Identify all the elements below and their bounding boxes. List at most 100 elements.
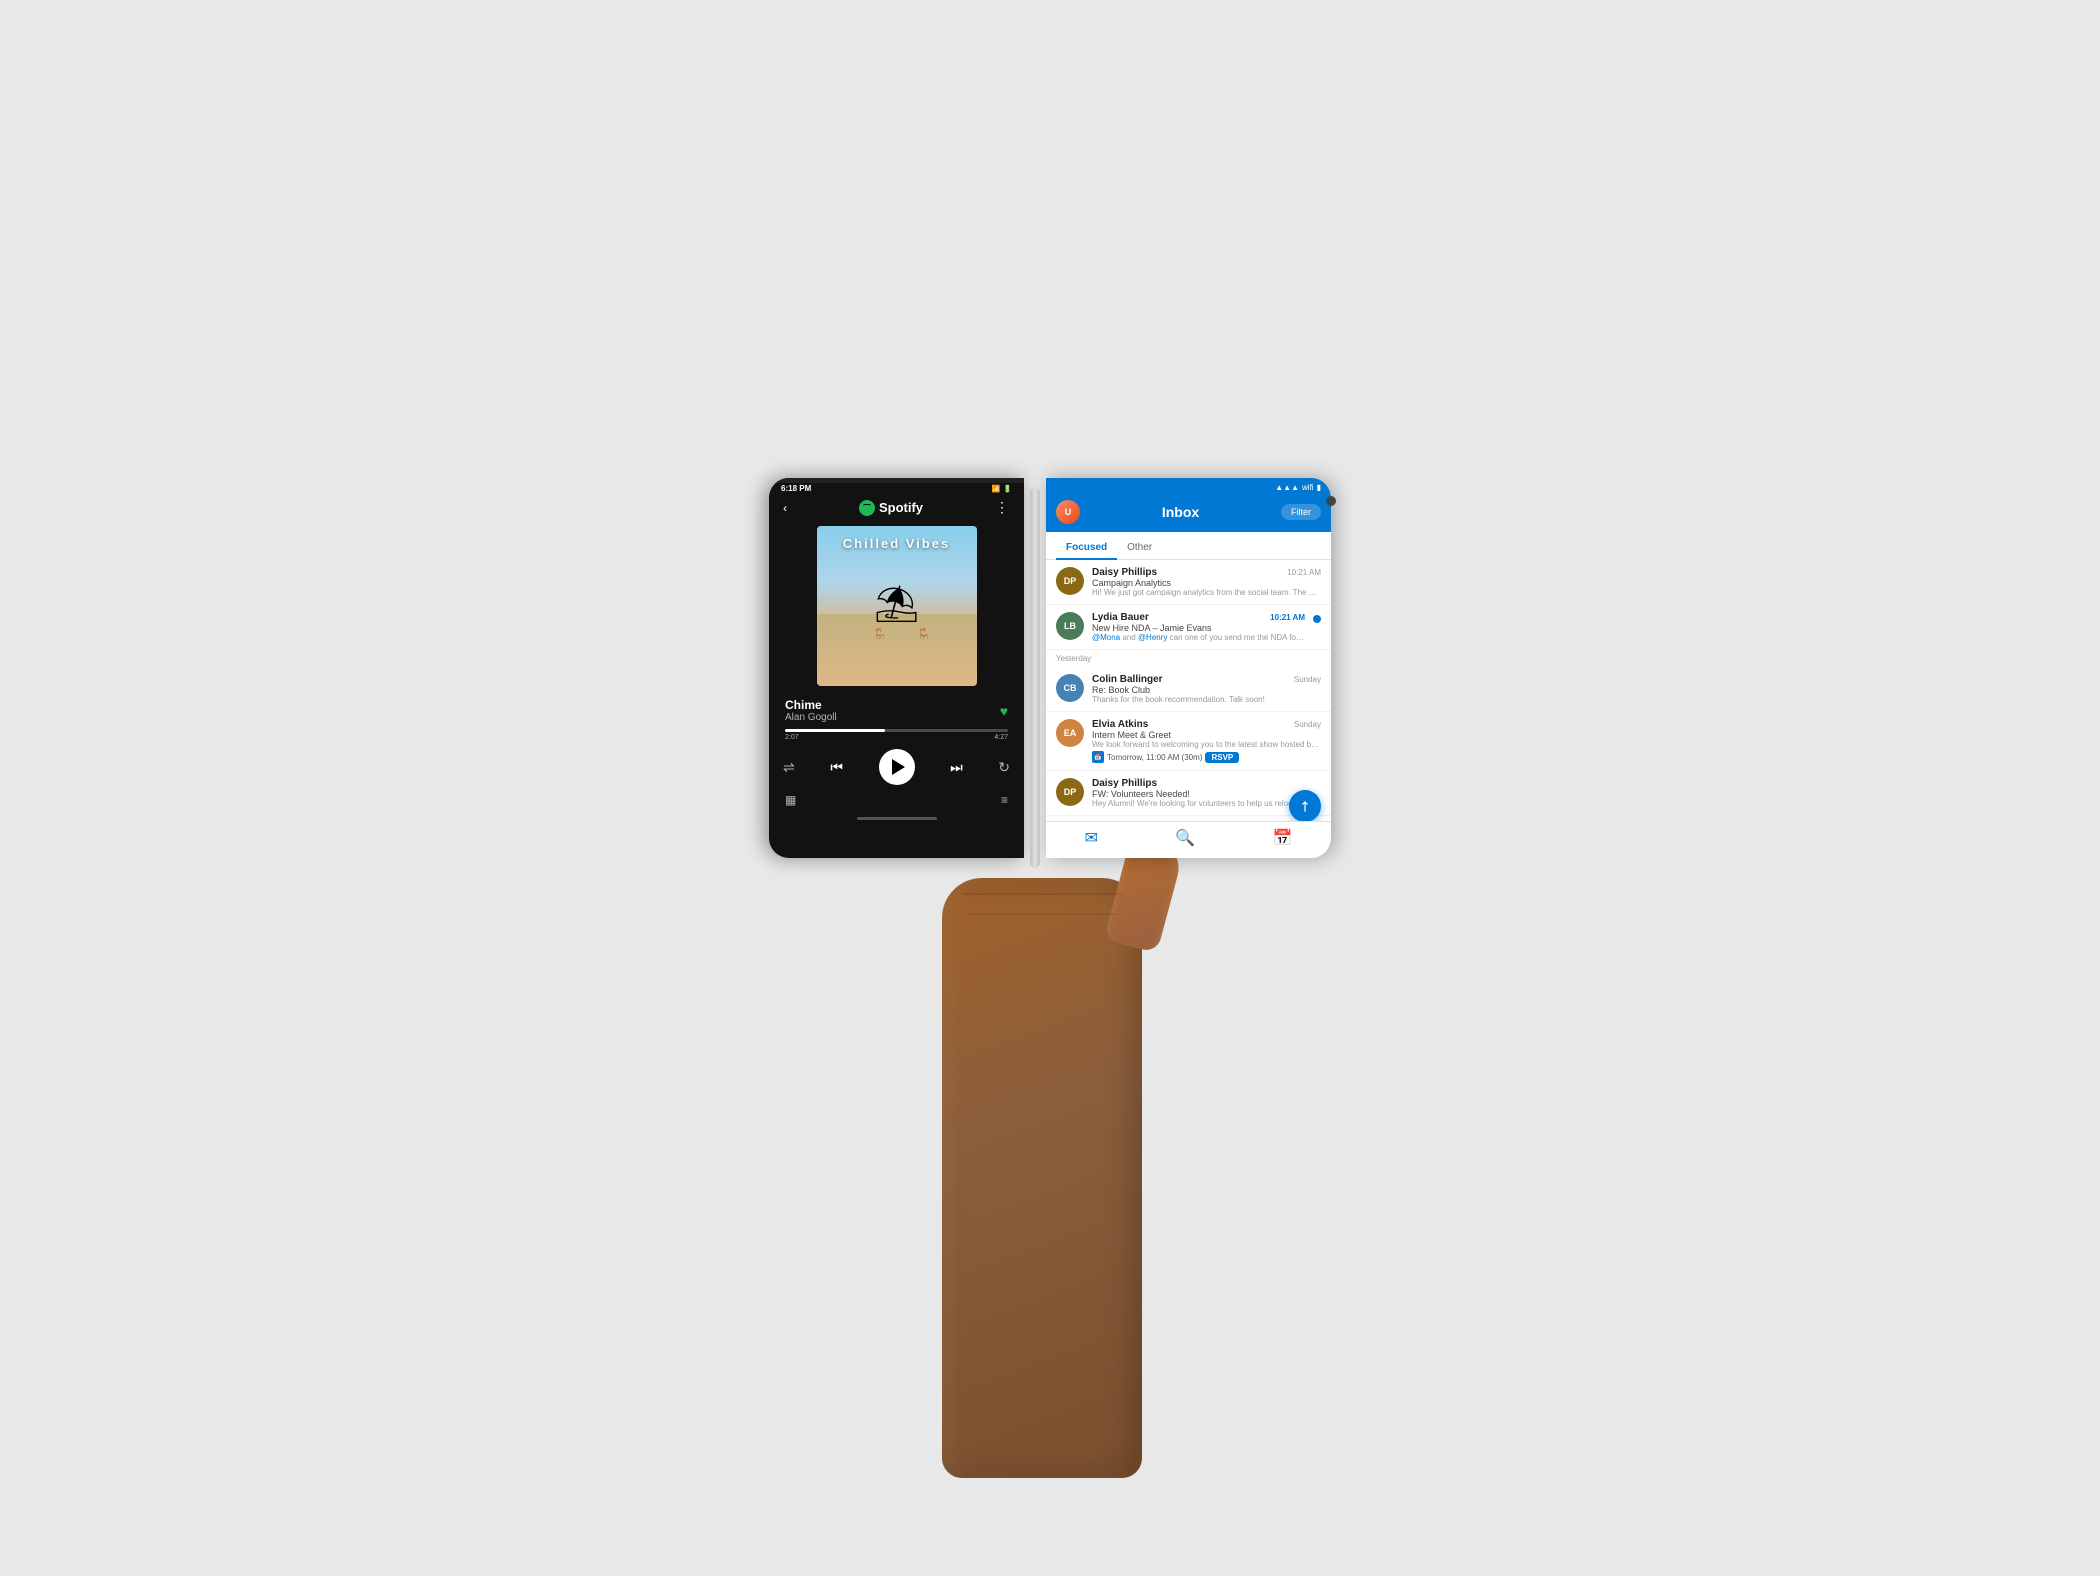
calendar-icon: 📅 xyxy=(1272,828,1292,848)
time-elapsed: 2:07 xyxy=(785,734,799,741)
email-preview: Hi! We just got campaign analytics from … xyxy=(1092,588,1321,597)
date-separator: Yesterday xyxy=(1046,650,1331,667)
tab-focused[interactable]: Focused xyxy=(1056,538,1117,559)
album-art-wrapper: ⛱ 🪑 🪑 Chilled Vibes xyxy=(769,520,1024,692)
album-title: Chilled Vibes xyxy=(817,536,977,551)
filter-button[interactable]: Filter xyxy=(1281,504,1321,520)
email-header-row: Colin Ballinger Sunday xyxy=(1092,674,1321,685)
avatar: LB xyxy=(1056,612,1084,640)
spotify-logo: Spotify xyxy=(859,500,923,516)
email-sender: Daisy Phillips xyxy=(1092,567,1157,578)
mention-mona: @Mona xyxy=(1092,633,1120,642)
umbrella-icon: ⛱ xyxy=(874,583,920,625)
status-time-left: 6:18 PM xyxy=(781,484,811,493)
chair-right: 🪑 xyxy=(917,627,932,641)
email-item[interactable]: CB Colin Ballinger Sunday Re: Book Club … xyxy=(1046,667,1331,712)
prev-button[interactable]: ⏮ xyxy=(830,759,843,776)
email-sender: Lydia Bauer xyxy=(1092,612,1149,623)
avatar: DP xyxy=(1056,567,1084,595)
spotify-bottom-bar: ▦ ≡ xyxy=(769,789,1024,811)
email-subject: Campaign Analytics xyxy=(1092,578,1321,588)
nav-search[interactable]: 🔍 xyxy=(1175,828,1195,848)
avatar: CB xyxy=(1056,674,1084,702)
knuckle1 xyxy=(962,893,1122,895)
email-preview: We look forward to welcoming you to the … xyxy=(1092,740,1321,749)
battery-icon: 🔋 xyxy=(1003,485,1012,493)
devices-icon[interactable]: ▦ xyxy=(785,793,796,807)
email-time: Sunday xyxy=(1294,720,1321,729)
nav-calendar[interactable]: 📅 xyxy=(1272,828,1292,848)
cal-icon: 📅 xyxy=(1092,751,1104,763)
time-total: 4:27 xyxy=(994,734,1008,741)
more-icon[interactable]: ⋮ xyxy=(995,499,1010,516)
status-icons-right: ▲▲▲ wifi ▮ xyxy=(1275,483,1321,492)
playback-controls: ⇌ ⏮ ⏭ ↻ xyxy=(769,745,1024,789)
email-subject: FW: Volunteers Needed! xyxy=(1092,789,1321,799)
email-time: 10:21 AM xyxy=(1270,613,1305,622)
email-list: DP Daisy Phillips 10:21 AM Campaign Anal… xyxy=(1046,560,1331,820)
mention-henry: @Henry xyxy=(1138,633,1167,642)
avatar: DP xyxy=(1056,778,1084,806)
queue-icon[interactable]: ≡ xyxy=(1001,793,1008,807)
inbox-tabs: Focused Other xyxy=(1046,532,1331,560)
rsvp-button[interactable]: RSVP xyxy=(1205,752,1239,763)
email-sender: Daisy Phillips xyxy=(1092,778,1157,789)
email-header-row: Lydia Bauer 10:21 AM xyxy=(1092,612,1305,623)
email-time: 10:21 AM xyxy=(1287,568,1321,577)
progress-fill xyxy=(785,729,885,732)
album-art: ⛱ 🪑 🪑 Chilled Vibes xyxy=(817,526,977,686)
email-item[interactable]: DP Daisy Phillips 10:21 AM Campaign Anal… xyxy=(1046,560,1331,605)
mail-icon: ✉ xyxy=(1085,828,1098,848)
unread-indicator xyxy=(1313,615,1321,623)
progress-times: 2:07 4:27 xyxy=(785,734,1008,741)
compose-button[interactable]: ↗ xyxy=(1289,790,1321,822)
back-icon[interactable]: ‹ xyxy=(783,501,787,515)
email-subject: Intern Meet & Greet xyxy=(1092,730,1321,740)
song-name: Chime xyxy=(785,698,837,712)
spotify-screen: 6:18 PM 📶 🔋 ‹ Spotify ⋮ xyxy=(769,478,1024,858)
wifi-icon-right: wifi xyxy=(1302,483,1314,492)
knuckle2 xyxy=(967,913,1117,915)
email-subject: Re: Book Club xyxy=(1092,685,1321,695)
email-sender: Elvia Atkins xyxy=(1092,719,1148,730)
nav-mail[interactable]: ✉ xyxy=(1085,828,1098,848)
avatar: EA xyxy=(1056,719,1084,747)
bottom-navigation: ✉ 🔍 📅 xyxy=(1046,821,1331,858)
email-content: Daisy Phillips FW: Volunteers Needed! He… xyxy=(1092,778,1321,808)
song-artist: Alan Gogoll xyxy=(785,712,837,723)
email-item[interactable]: EA Elvia Atkins Sunday Intern Meet & Gre… xyxy=(1046,712,1331,771)
chair-left: 🪑 xyxy=(873,627,888,641)
email-content: Daisy Phillips 10:21 AM Campaign Analyti… xyxy=(1092,567,1321,597)
user-avatar[interactable]: U xyxy=(1056,500,1080,524)
heart-icon[interactable]: ♥ xyxy=(1000,703,1008,719)
email-preview: Thanks for the book recommendation. Talk… xyxy=(1092,695,1321,704)
email-header-row: Daisy Phillips xyxy=(1092,778,1321,789)
home-indicator xyxy=(857,817,937,820)
progress-section[interactable]: 2:07 4:27 xyxy=(769,725,1024,745)
status-icons-left: 📶 🔋 xyxy=(992,485,1012,493)
next-button[interactable]: ⏭ xyxy=(950,759,963,776)
progress-bar[interactable] xyxy=(785,729,1008,732)
wifi-icon: 📶 xyxy=(992,485,1001,493)
compose-icon: ↗ xyxy=(1295,796,1315,816)
hand xyxy=(942,878,1142,1478)
email-content: Lydia Bauer 10:21 AM New Hire NDA – Jami… xyxy=(1092,612,1305,642)
email-item[interactable]: LB Lydia Bauer 10:21 AM New Hire NDA – J… xyxy=(1046,605,1331,650)
email-subject: New Hire NDA – Jamie Evans xyxy=(1092,623,1305,633)
tab-other[interactable]: Other xyxy=(1117,538,1162,559)
repeat-button[interactable]: ↻ xyxy=(998,759,1010,776)
spotify-header: ‹ Spotify ⋮ xyxy=(769,495,1024,520)
play-button[interactable] xyxy=(879,749,915,785)
spotify-logo-icon xyxy=(859,500,875,516)
email-header-row: Elvia Atkins Sunday xyxy=(1092,719,1321,730)
cal-time: Tomorrow, 11:00 AM (30m) xyxy=(1107,753,1202,762)
calendar-badge: 📅 Tomorrow, 11:00 AM (30m) RSVP xyxy=(1092,751,1321,763)
device-hinge xyxy=(1030,488,1040,868)
email-preview: Hey Alumni! We're looking for volunteers… xyxy=(1092,799,1321,808)
battery-right: ▮ xyxy=(1317,483,1321,492)
inbox-title: Inbox xyxy=(1162,504,1199,520)
email-item[interactable]: DP Daisy Phillips FW: Volunteers Needed!… xyxy=(1046,771,1331,816)
email-sender: Colin Ballinger xyxy=(1092,674,1163,685)
shuffle-button[interactable]: ⇌ xyxy=(783,759,795,776)
email-content: Elvia Atkins Sunday Intern Meet & Greet … xyxy=(1092,719,1321,763)
